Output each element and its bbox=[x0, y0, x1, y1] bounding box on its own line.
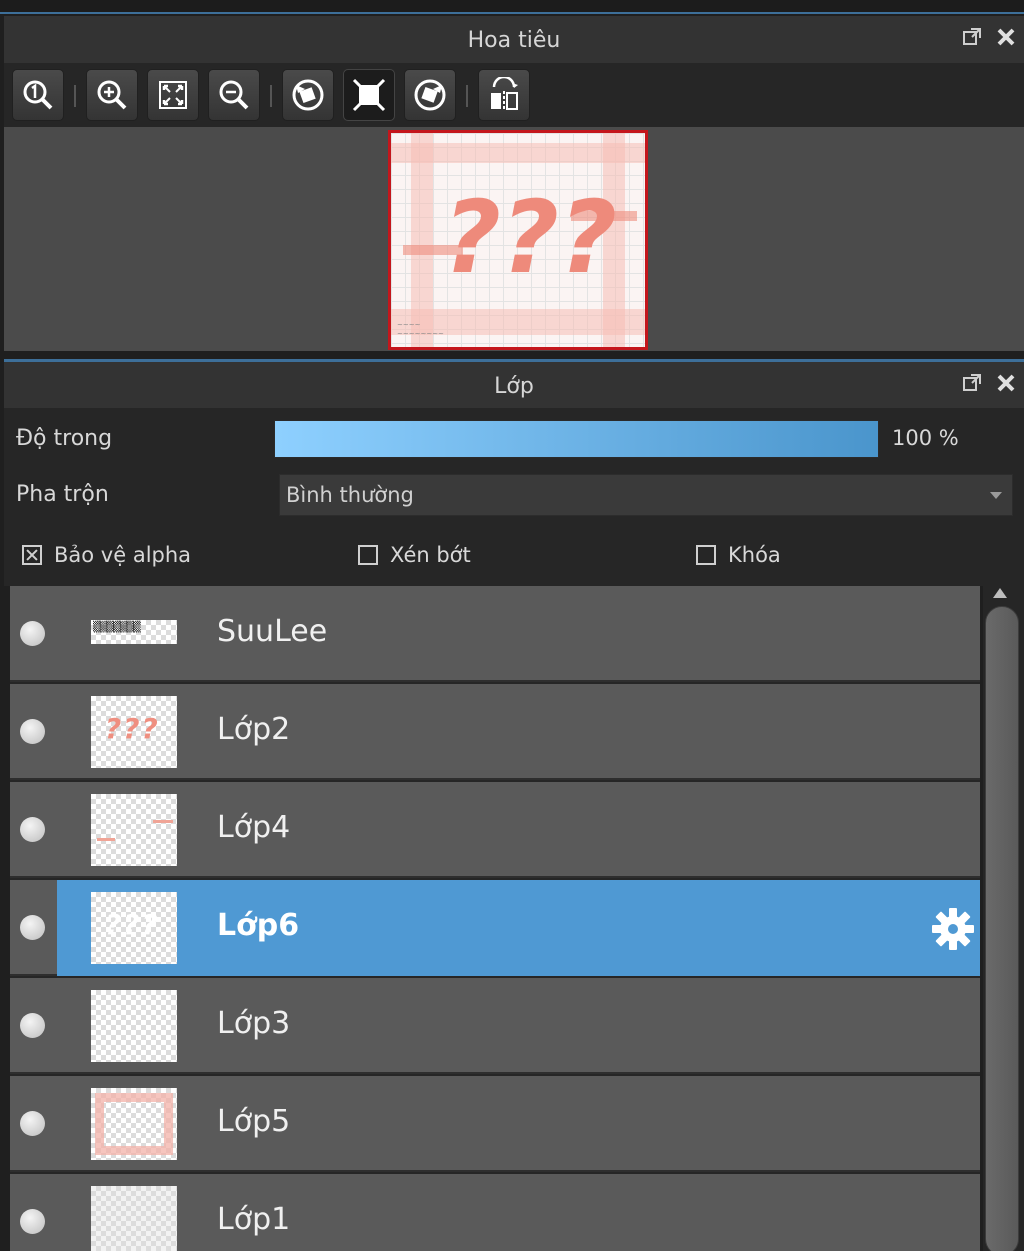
visibility-toggle-icon[interactable] bbox=[20, 621, 45, 646]
zoom-in-icon bbox=[97, 80, 127, 110]
scroll-up-icon[interactable] bbox=[993, 588, 1007, 598]
chevron-down-icon bbox=[990, 492, 1002, 499]
layer-row[interactable]: Lớp1 bbox=[10, 1174, 980, 1251]
rotate-right-icon bbox=[414, 79, 446, 111]
preview-artwork: ??? bbox=[443, 179, 618, 296]
thumbnail-artwork bbox=[97, 838, 115, 841]
navigator-panel-header: Hoa tiêu bbox=[4, 16, 1024, 64]
layer-name: Lớp2 bbox=[217, 712, 291, 747]
thumbnail-artwork bbox=[95, 1093, 173, 1155]
visibility-toggle-icon[interactable] bbox=[20, 817, 45, 842]
reset-view-button[interactable] bbox=[343, 69, 395, 121]
reset-view-icon bbox=[352, 78, 386, 112]
gear-icon[interactable] bbox=[930, 906, 976, 952]
blend-mode-value: Bình thường bbox=[286, 483, 414, 507]
opacity-value: 100 % bbox=[892, 426, 959, 450]
layer-properties: Độ trong 100 % Pha trộn Bình thường Bảo … bbox=[4, 408, 1024, 586]
rotate-left-icon bbox=[292, 79, 324, 111]
clipping-checkbox[interactable]: Xén bớt bbox=[358, 543, 471, 567]
layer-list-scrollbar[interactable] bbox=[983, 586, 1024, 1251]
popout-icon[interactable] bbox=[962, 26, 982, 48]
checkbox-box bbox=[22, 545, 42, 565]
visibility-toggle-icon[interactable] bbox=[20, 719, 45, 744]
preview-signature: ~~~~ ~~~~~~~~ bbox=[397, 321, 444, 338]
toolbar-separator bbox=[270, 85, 272, 107]
layer-thumbnail: ??? bbox=[91, 892, 177, 964]
blend-mode-select[interactable]: Bình thường bbox=[279, 474, 1013, 516]
close-icon[interactable] bbox=[996, 26, 1016, 48]
layer-name: Lớp1 bbox=[217, 1202, 291, 1237]
canvas-preview-thumbnail[interactable]: ??? ~~~~ ~~~~~~~~ bbox=[388, 130, 648, 350]
layer-name: Lớp6 bbox=[217, 908, 300, 943]
layer-row[interactable]: ▒▒▒▒▒▒▒ SuuLee bbox=[10, 586, 980, 682]
layer-row[interactable]: ??? Lớp2 bbox=[10, 684, 980, 780]
layer-thumbnail: ▒▒▒▒▒▒▒ bbox=[91, 620, 177, 644]
zoom-actual-size-icon bbox=[23, 80, 53, 110]
thumbnail-artwork: ??? bbox=[105, 712, 160, 745]
alpha-protect-checkbox[interactable]: Bảo vệ alpha bbox=[22, 543, 191, 567]
navigator-toolbar bbox=[4, 63, 1024, 127]
flip-horizontal-icon bbox=[491, 77, 518, 111]
layer-name: Lớp5 bbox=[217, 1104, 291, 1139]
toolbar-separator bbox=[466, 85, 468, 107]
thumbnail-artwork bbox=[153, 820, 173, 823]
zoom-out-icon bbox=[219, 80, 249, 110]
rotate-left-button[interactable] bbox=[282, 69, 334, 121]
layer-row[interactable]: Lớp5 bbox=[10, 1076, 980, 1172]
visibility-toggle-icon[interactable] bbox=[20, 915, 45, 940]
zoom-out-button[interactable] bbox=[208, 69, 260, 121]
opacity-slider[interactable] bbox=[274, 420, 879, 458]
layer-thumbnail bbox=[91, 794, 177, 866]
layer-row[interactable]: Lớp4 bbox=[10, 782, 980, 878]
layers-title: Lớp bbox=[494, 373, 534, 399]
popout-icon[interactable] bbox=[962, 372, 982, 394]
opacity-label: Độ trong bbox=[16, 426, 113, 451]
scrollbar-thumb[interactable] bbox=[985, 606, 1019, 1251]
checkbox-label: Bảo vệ alpha bbox=[54, 543, 192, 567]
layers-panel-header: Lớp bbox=[4, 362, 1024, 410]
layer-name: Lớp3 bbox=[217, 1006, 291, 1041]
zoom-actual-size-button[interactable] bbox=[12, 69, 64, 121]
close-icon[interactable] bbox=[996, 372, 1016, 394]
layer-name: SuuLee bbox=[217, 614, 328, 649]
rotate-right-button[interactable] bbox=[404, 69, 456, 121]
checkbox-label: Khóa bbox=[728, 543, 781, 567]
layer-name: Lớp4 bbox=[217, 810, 291, 845]
lock-checkbox[interactable]: Khóa bbox=[696, 543, 781, 567]
layer-thumbnail: ??? bbox=[91, 696, 177, 768]
fit-to-window-button[interactable] bbox=[147, 69, 199, 121]
layer-thumbnail bbox=[91, 1088, 177, 1160]
layer-row[interactable]: Lớp3 bbox=[10, 978, 980, 1074]
thumbnail-artwork: ▒▒▒▒▒▒▒ bbox=[93, 622, 141, 633]
layer-thumbnail bbox=[91, 1186, 177, 1251]
fit-to-window-icon bbox=[159, 81, 187, 109]
visibility-toggle-icon[interactable] bbox=[20, 1209, 45, 1234]
top-strip bbox=[0, 0, 1024, 14]
layer-list: ▒▒▒▒▒▒▒ SuuLee ??? Lớp2 Lớp4 ??? Lớp6 Lớ… bbox=[10, 586, 980, 1251]
checkbox-box bbox=[696, 545, 716, 565]
selection-highlight bbox=[57, 880, 980, 976]
checkbox-box bbox=[358, 545, 378, 565]
visibility-toggle-icon[interactable] bbox=[20, 1013, 45, 1038]
visibility-toggle-icon[interactable] bbox=[20, 1111, 45, 1136]
checkbox-label: Xén bớt bbox=[390, 543, 471, 567]
blend-mode-label: Pha trộn bbox=[16, 482, 109, 507]
navigator-canvas[interactable]: ??? ~~~~ ~~~~~~~~ bbox=[4, 127, 1024, 351]
flip-horizontal-button[interactable] bbox=[478, 69, 530, 121]
layer-row[interactable]: ??? Lớp6 bbox=[10, 880, 980, 976]
thumbnail-artwork: ??? bbox=[105, 908, 160, 941]
navigator-title: Hoa tiêu bbox=[467, 27, 561, 53]
zoom-in-button[interactable] bbox=[86, 69, 138, 121]
toolbar-separator bbox=[74, 85, 76, 107]
layer-thumbnail bbox=[91, 990, 177, 1062]
